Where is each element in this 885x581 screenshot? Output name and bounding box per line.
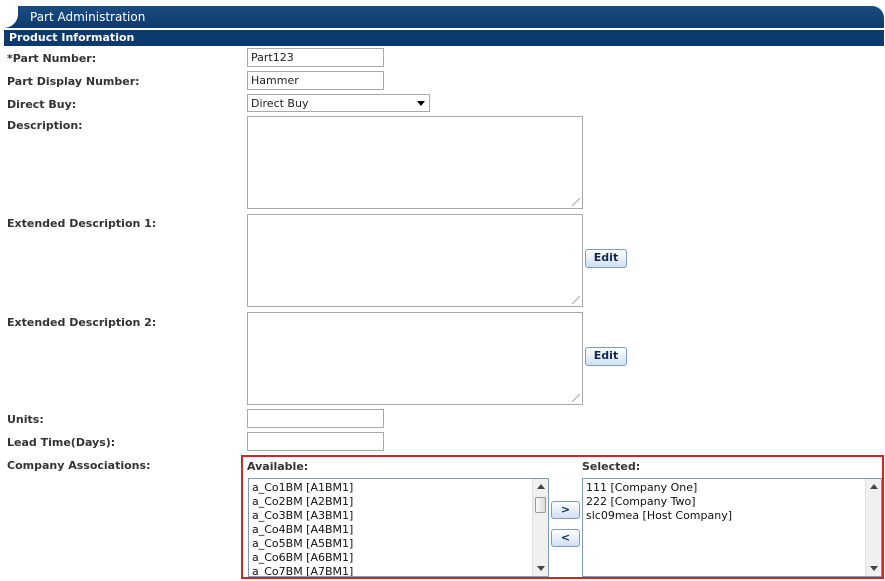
part-display-number-input[interactable] (247, 71, 384, 90)
lead-time-input[interactable] (247, 432, 384, 451)
selected-list-item[interactable]: 111 [Company One] (583, 481, 881, 495)
header-notch (4, 6, 18, 28)
description-label: Description: (7, 119, 83, 132)
direct-buy-select[interactable]: Direct Buy (247, 94, 430, 112)
scroll-down-icon[interactable] (537, 566, 545, 571)
add-association-button[interactable]: > (551, 501, 580, 519)
available-scrollbar[interactable] (532, 479, 548, 576)
part-display-number-label: Part Display Number: (7, 75, 140, 88)
part-number-input[interactable] (247, 48, 384, 67)
selected-listbox[interactable]: 111 [Company One] 222 [Company Two] slc09m… (582, 478, 882, 577)
selected-list-item[interactable]: 222 [Company Two] (583, 495, 881, 509)
selected-label: Selected: (582, 460, 641, 473)
available-items: a_Co1BM [A1BM1] a_Co2BM [A2BM1] a_Co3BM [A… (249, 479, 548, 576)
chevron-down-icon[interactable] (417, 101, 425, 106)
lead-time-label: Lead Time(Days): (7, 436, 116, 449)
scroll-thumb[interactable] (535, 497, 546, 513)
ext-desc-1-label: Extended Description 1: (7, 217, 157, 230)
available-list-item[interactable]: a_Co2BM [A2BM1] (249, 495, 548, 509)
units-label: Units: (7, 413, 44, 426)
section-title: Product Information (9, 31, 135, 44)
available-list-item[interactable]: a_Co1BM [A1BM1] (249, 481, 548, 495)
ext-desc-1-edit-button[interactable]: Edit (585, 249, 627, 268)
ext-desc-2-edit-button[interactable]: Edit (585, 347, 627, 366)
available-label: Available: (247, 460, 309, 473)
available-list-item[interactable]: a_Co4BM [A4BM1] (249, 523, 548, 537)
company-associations-panel: Available: Selected: a_Co1BM [A1BM1] a_Co… (241, 455, 884, 579)
direct-buy-selected-value: Direct Buy (251, 97, 309, 110)
available-listbox[interactable]: a_Co1BM [A1BM1] a_Co2BM [A2BM1] a_Co3BM [A… (248, 478, 549, 577)
section-header: Product Information (4, 30, 884, 46)
page-title: Part Administration (30, 10, 146, 24)
resize-grip-icon[interactable] (572, 296, 580, 304)
scroll-down-icon[interactable] (870, 566, 878, 571)
available-list-item[interactable]: a_Co6BM [A6BM1] (249, 551, 548, 565)
selected-scrollbar[interactable] (865, 479, 881, 576)
available-list-item[interactable]: a_Co7BM [A7BM1] (249, 565, 548, 576)
ext-desc-2-textarea[interactable] (247, 312, 583, 405)
selected-list-item[interactable]: slc09mea [Host Company] (583, 509, 881, 523)
part-number-label: *Part Number: (7, 52, 97, 65)
selected-items: 111 [Company One] 222 [Company Two] slc09m… (583, 479, 881, 523)
available-list-item[interactable]: a_Co5BM [A5BM1] (249, 537, 548, 551)
scroll-up-icon[interactable] (870, 484, 878, 489)
ext-desc-1-textarea[interactable] (247, 214, 583, 307)
page-header: Part Administration (4, 6, 884, 28)
ext-desc-2-label: Extended Description 2: (7, 316, 157, 329)
scroll-up-icon[interactable] (537, 484, 545, 489)
description-textarea[interactable] (247, 116, 583, 209)
available-list-item[interactable]: a_Co3BM [A3BM1] (249, 509, 548, 523)
units-input[interactable] (247, 409, 384, 428)
company-associations-label: Company Associations: (7, 459, 151, 472)
resize-grip-icon[interactable] (572, 394, 580, 402)
direct-buy-label: Direct Buy: (7, 98, 77, 111)
resize-grip-icon[interactable] (572, 198, 580, 206)
remove-association-button[interactable]: < (551, 529, 580, 547)
